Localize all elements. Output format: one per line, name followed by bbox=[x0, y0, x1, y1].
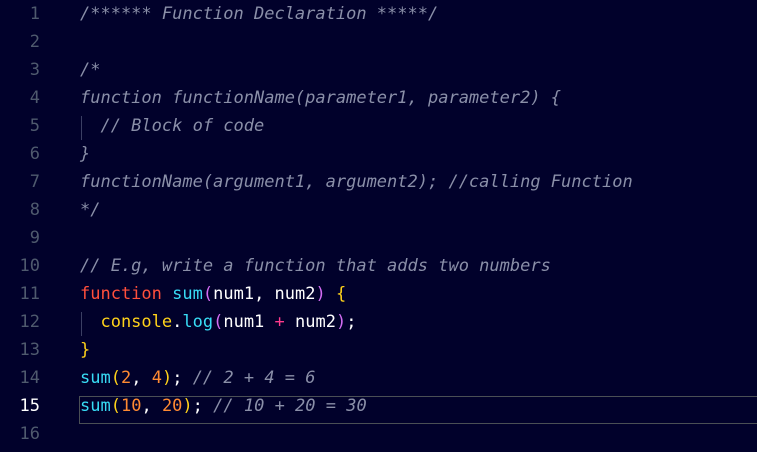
code-token: ; bbox=[346, 312, 357, 332]
code-token: num1 bbox=[223, 312, 265, 332]
code-token: */ bbox=[80, 200, 101, 220]
code-token: /****** Function Declaration *****/ bbox=[80, 4, 439, 24]
code-token: } bbox=[80, 340, 91, 360]
code-token: 20 bbox=[161, 396, 183, 416]
line-code[interactable]: /* bbox=[80, 56, 100, 84]
line-number: 9 bbox=[29, 228, 40, 248]
code-token: + bbox=[264, 312, 296, 332]
code-line[interactable]: 7 functionName(argument1, argument2); //c… bbox=[0, 168, 757, 196]
code-token: ) bbox=[161, 368, 173, 388]
code-token: // Block of code bbox=[80, 116, 265, 136]
code-line[interactable]: 2 bbox=[0, 28, 757, 56]
code-token: 2 bbox=[120, 368, 132, 388]
line-number: 15 bbox=[19, 396, 40, 416]
code-line[interactable]: 13} bbox=[0, 336, 757, 364]
line-number: 14 bbox=[19, 368, 40, 388]
code-token: sum bbox=[80, 396, 111, 416]
code-token: ) bbox=[315, 284, 326, 304]
code-token: ) bbox=[335, 312, 347, 332]
line-number: 8 bbox=[29, 200, 40, 220]
line-number: 10 bbox=[19, 256, 40, 276]
code-line[interactable]: 5 // Block of code bbox=[0, 112, 757, 140]
line-number: 2 bbox=[29, 32, 40, 52]
line-number: 6 bbox=[29, 144, 40, 164]
code-line[interactable]: 9 bbox=[0, 224, 757, 252]
line-code[interactable]: function functionName(parameter1, parame… bbox=[80, 84, 561, 112]
code-line[interactable]: 6} bbox=[0, 140, 757, 168]
code-token: num1 bbox=[213, 284, 255, 304]
code-token: ; bbox=[192, 396, 214, 416]
code-token: ( bbox=[202, 284, 214, 304]
code-token: ) bbox=[182, 396, 193, 416]
code-token: . bbox=[172, 312, 183, 332]
line-code[interactable]: function sum(num1, num2) { bbox=[80, 280, 346, 308]
code-token: sum bbox=[80, 368, 111, 388]
code-line[interactable]: 12 console.log(num1 + num2); bbox=[0, 308, 757, 336]
code-editor[interactable]: 1 /****** Function Declaration *****/ 2 3 /*… bbox=[0, 0, 757, 452]
code-line[interactable]: 3 /* bbox=[0, 56, 757, 84]
line-code[interactable]: sum(10, 20); // 10 + 20 = 30 bbox=[80, 392, 367, 420]
line-code[interactable]: } bbox=[80, 140, 90, 168]
code-token: num2 bbox=[295, 312, 336, 332]
code-token: } bbox=[80, 144, 91, 164]
line-number: 4 bbox=[29, 88, 40, 108]
code-token: , bbox=[254, 284, 275, 304]
line-code[interactable]: } bbox=[80, 336, 90, 364]
code-token: function functionName(parameter1, parame… bbox=[80, 88, 562, 108]
code-token: log bbox=[182, 312, 214, 332]
code-line[interactable]: 1 /****** Function Declaration *****/ bbox=[0, 0, 757, 28]
code-token: /* bbox=[80, 60, 101, 80]
line-code[interactable]: functionName(argument1, argument2); //ca… bbox=[80, 168, 633, 196]
line-code[interactable]: */ bbox=[80, 196, 100, 224]
code-token: functionName(argument1, argument2); //ca… bbox=[80, 172, 633, 192]
code-token: , bbox=[131, 368, 152, 388]
code-token: 4 bbox=[151, 368, 162, 388]
line-code[interactable]: /****** Function Declaration *****/ bbox=[80, 0, 438, 28]
code-token: function bbox=[80, 284, 162, 304]
line-code[interactable]: // Block of code bbox=[80, 112, 264, 140]
code-token: // 10 + 20 = 30 bbox=[213, 396, 367, 416]
code-token: ( bbox=[110, 368, 121, 388]
code-line[interactable]: 11 function sum(num1, num2) { bbox=[0, 280, 757, 308]
code-token: ( bbox=[110, 396, 121, 416]
line-number: 12 bbox=[19, 312, 40, 332]
code-line[interactable]: 10 // E.g, write a function that adds two… bbox=[0, 252, 757, 280]
code-token: num2 bbox=[274, 284, 316, 304]
code-token: console bbox=[80, 312, 173, 332]
line-number: 3 bbox=[29, 60, 40, 80]
code-token: // 2 + 4 = 6 bbox=[192, 368, 316, 388]
line-number: 5 bbox=[29, 116, 40, 136]
line-code[interactable]: console.log(num1 + num2); bbox=[80, 308, 356, 336]
code-line[interactable]: 4 function functionName(parameter1, param… bbox=[0, 84, 757, 112]
line-number: 16 bbox=[19, 424, 40, 444]
code-line[interactable]: 14 sum(2, 4); // 2 + 4 = 6 bbox=[0, 364, 757, 392]
code-token: ( bbox=[213, 312, 224, 332]
line-code[interactable]: sum(2, 4); // 2 + 4 = 6 bbox=[80, 364, 316, 392]
code-line[interactable]: 15 sum(10, 20); // 10 + 20 = 30 bbox=[0, 392, 757, 420]
line-number: 7 bbox=[29, 172, 40, 192]
code-token: sum bbox=[172, 284, 203, 304]
code-token: // E.g, write a function that adds two n… bbox=[80, 256, 551, 276]
code-line[interactable]: 16 bbox=[0, 420, 757, 448]
code-token: ; bbox=[172, 368, 193, 388]
line-number: 13 bbox=[19, 340, 40, 360]
code-line[interactable]: 8 */ bbox=[0, 196, 757, 224]
code-token: { bbox=[336, 284, 347, 304]
line-code[interactable]: // E.g, write a function that adds two n… bbox=[80, 252, 551, 280]
line-number: 11 bbox=[19, 284, 40, 304]
code-token: , bbox=[141, 396, 162, 416]
line-number: 1 bbox=[29, 4, 40, 24]
code-token: 10 bbox=[120, 396, 142, 416]
